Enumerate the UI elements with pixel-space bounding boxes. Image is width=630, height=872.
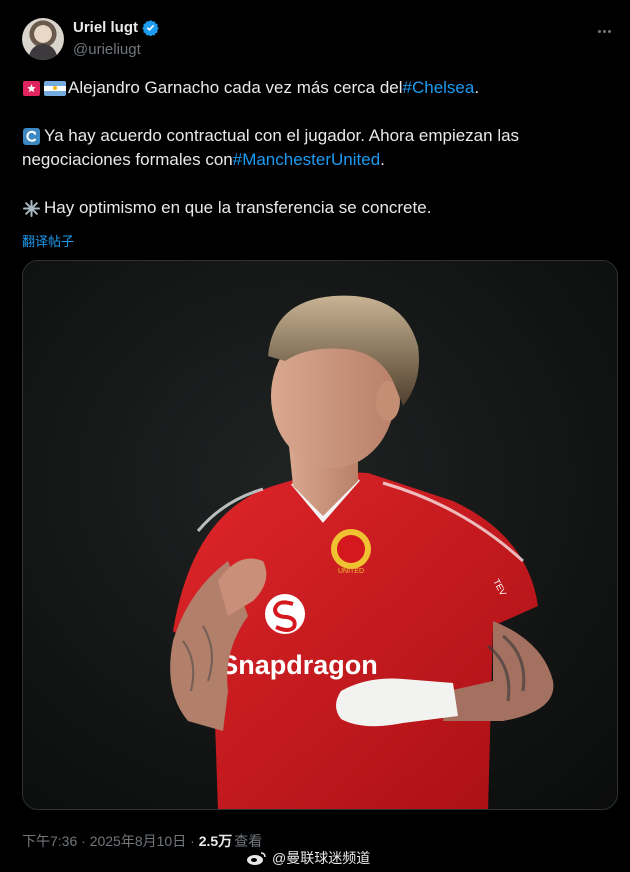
tweet-para2-line2: negociaciones formales con <box>22 150 233 169</box>
tweet-text: Alejandro Garnacho cada vez más cerca de… <box>22 76 618 220</box>
tweet-paragraph-3: Hay optimismo en que la transferencia se… <box>22 196 618 220</box>
tweet-media-image[interactable]: UNITED Snapdragon TEV <box>22 260 618 810</box>
weibo-icon <box>247 852 266 865</box>
argentina-flag-icon <box>44 80 66 96</box>
hashtag-chelsea[interactable]: #Chelsea <box>403 76 475 100</box>
crest-text: UNITED <box>338 568 364 575</box>
tweet-para2-end: . <box>380 150 385 169</box>
tweet-paragraph-1: Alejandro Garnacho cada vez más cerca de… <box>22 76 618 100</box>
author-display-name[interactable]: Uriel lugt <box>73 19 138 36</box>
tweet-line-1-end: . <box>474 78 480 97</box>
tweet-line-1: Alejandro Garnacho cada vez más cerca de… <box>68 78 403 97</box>
tweet-timestamp[interactable]: 下午7:36 · 2025年8月10日 · <box>22 831 195 851</box>
player-photo: UNITED Snapdragon TEV <box>23 261 617 809</box>
translate-post-link[interactable]: 翻译帖子 <box>22 231 74 250</box>
author-name-row[interactable]: Uriel lugt <box>73 19 159 36</box>
tweet-meta: 下午7:36 · 2025年8月10日 · 2.5万 查看 <box>22 831 262 851</box>
watermark: @曼联球迷频道 <box>246 848 370 868</box>
view-count: 2.5万 <box>198 833 233 849</box>
more-options-icon[interactable] <box>598 20 618 33</box>
hashtag-manchester-united[interactable]: #ManchesterUnited <box>233 148 380 172</box>
tweet-para3: Hay optimismo en que la transferencia se… <box>44 198 432 217</box>
tweet-header: Uriel lugt @urieliugt <box>22 16 618 62</box>
arrows-icon <box>22 127 41 146</box>
watermark-text: @曼联球迷频道 <box>272 850 371 866</box>
sparkle-icon <box>22 199 41 218</box>
verified-badge-icon <box>142 20 159 36</box>
rotating-light-icon <box>22 79 41 98</box>
avatar[interactable] <box>22 18 64 60</box>
tweet-para2-line1: Ya hay acuerdo contractual con el jugado… <box>44 126 520 145</box>
shirt-sponsor-text: Snapdragon <box>220 650 378 680</box>
author-handle[interactable]: @urieliugt <box>73 41 141 58</box>
tweet-paragraph-2: Ya hay acuerdo contractual con el jugado… <box>22 124 618 172</box>
